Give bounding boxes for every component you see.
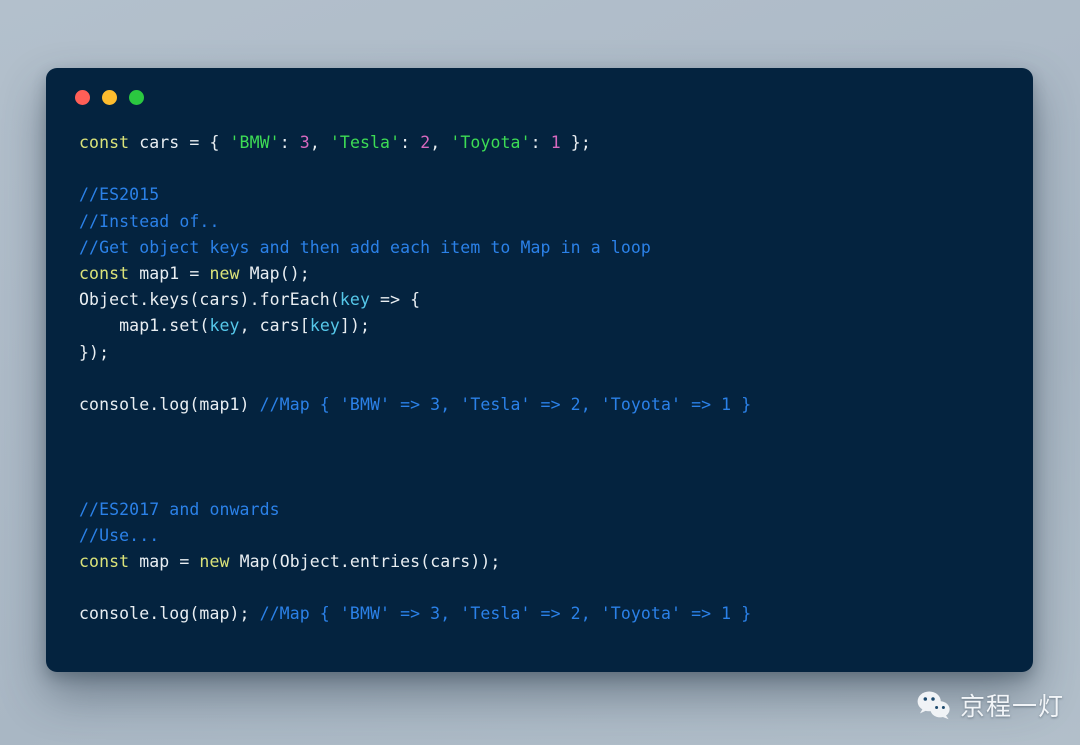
code-token-kw: const — [79, 133, 130, 152]
minimize-window-button[interactable] — [102, 90, 117, 105]
code-token-kw: new — [209, 263, 240, 283]
code-token-str: 'Toyota' — [450, 133, 531, 152]
code-token-cmt: //Map { 'BMW' => 3, 'Tesla' => 2, 'Toyot… — [259, 394, 752, 414]
code-line: //Use... — [79, 523, 1033, 549]
code-line: const map = new Map(Object.entries(cars)… — [79, 549, 1033, 575]
code-token-plain: }); — [79, 342, 110, 362]
code-token-plain: => { — [370, 290, 421, 310]
maximize-window-button[interactable] — [129, 90, 144, 105]
code-line: //Instead of.. — [79, 209, 1033, 235]
code-token-cmt: //Instead of.. — [79, 211, 220, 231]
code-token-param: key — [209, 316, 240, 336]
code-token-kw: new — [199, 552, 230, 571]
code-token-plain: cars = { — [129, 133, 230, 152]
code-token-num: 1 — [550, 133, 561, 152]
code-line: console.log(map); //Map { 'BMW' => 3, 'T… — [79, 601, 1033, 627]
watermark-label: 京程一灯 — [959, 692, 1064, 721]
code-token-plain: Map(); — [239, 263, 310, 283]
code-token-plain: map1 = — [129, 263, 210, 283]
code-token-plain: map1.set( — [79, 316, 210, 336]
code-line: const cars = { 'BMW': 3, 'Tesla': 2, 'To… — [79, 130, 1033, 156]
code-token-kw: const — [79, 263, 130, 283]
code-token-kw: const — [79, 552, 130, 571]
code-token-cmt: //ES2017 and onwards — [79, 499, 280, 519]
code-token-plain: : — [530, 133, 551, 152]
code-token-num: 2 — [420, 133, 431, 152]
code-line: Object.keys(cars).forEach(key => { — [79, 287, 1033, 313]
code-line: map1.set(key, cars[key]); — [79, 313, 1033, 339]
code-line: //ES2015 — [79, 182, 1033, 208]
code-token-plain: : — [279, 133, 300, 152]
close-window-button[interactable] — [75, 90, 90, 105]
code-token-plain: , — [309, 133, 330, 152]
code-token-cmt: //Get object keys and then add each item… — [79, 237, 651, 257]
code-token-str: 'BMW' — [229, 133, 280, 152]
code-line: console.log(map1) //Map { 'BMW' => 3, 'T… — [79, 392, 1033, 418]
code-screenshot-window: const cars = { 'BMW': 3, 'Tesla': 2, 'To… — [46, 68, 1033, 672]
code-token-plain: : — [400, 133, 421, 152]
code-token-cmt: //Use... — [79, 525, 160, 545]
code-token-cmt: //ES2015 — [79, 185, 160, 205]
code-line: //Get object keys and then add each item… — [79, 235, 1033, 261]
code-token-plain: }; — [560, 133, 591, 152]
code-token-plain: ]); — [339, 316, 371, 336]
code-token-param: key — [309, 316, 340, 336]
code-token-plain: console.log(map); — [79, 604, 260, 624]
code-line: const map1 = new Map(); — [79, 261, 1033, 287]
code-token-param: key — [339, 290, 370, 310]
code-token-plain: Map(Object.entries(cars)); — [229, 552, 501, 571]
code-token-plain: , cars[ — [239, 316, 310, 336]
code-token-num: 3 — [299, 133, 310, 152]
code-block: const cars = { 'BMW': 3, 'Tesla': 2, 'To… — [79, 130, 1033, 672]
code-token-plain: Object.keys(cars).forEach( — [79, 290, 340, 310]
code-line: }); — [79, 340, 1033, 366]
code-token-cmt: //Map { 'BMW' => 3, 'Tesla' => 2, 'Toyot… — [259, 604, 752, 624]
code-token-plain: console.log(map1) — [79, 394, 260, 414]
wechat-icon — [917, 691, 950, 719]
window-titlebar — [46, 68, 1033, 130]
code-line: //ES2017 and onwards — [79, 497, 1033, 523]
watermark: 京程一灯 — [917, 687, 1064, 723]
code-token-plain: , — [430, 133, 451, 152]
code-token-str: 'Tesla' — [329, 133, 401, 152]
code-token-plain: map = — [129, 552, 200, 571]
